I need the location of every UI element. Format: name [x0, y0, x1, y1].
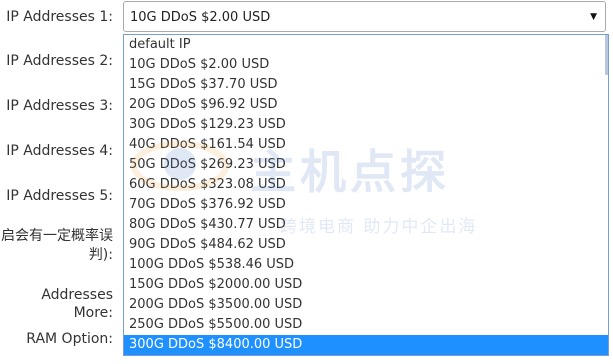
label-addresses-more: Addresses More: — [41, 287, 113, 321]
label-note-line-2: 判): — [88, 247, 113, 263]
dropdown-option[interactable]: 60G DDoS $323.08 USD — [124, 175, 608, 195]
dropdown-option[interactable]: 30G DDoS $129.23 USD — [124, 115, 608, 135]
label-ip-addresses-4: IP Addresses 4: — [6, 143, 113, 159]
scrollbar-thumb[interactable] — [605, 35, 608, 75]
dropdown-option[interactable]: 70G DDoS $376.92 USD — [124, 195, 608, 215]
label-ip-addresses-1: IP Addresses 1: — [6, 9, 113, 25]
dropdown-option[interactable]: 250G DDoS $5500.00 USD — [124, 315, 608, 335]
dropdown-option[interactable]: 15G DDoS $37.70 USD — [124, 75, 608, 95]
label-note-line-1: 启会有一定概率误 — [1, 228, 113, 244]
label-ip-addresses-3: IP Addresses 3: — [6, 98, 113, 114]
ip-addresses-1-select[interactable]: 10G DDoS $2.00 USD ▼ — [123, 1, 606, 32]
dropdown-option[interactable]: 150G DDoS $2000.00 USD — [124, 275, 608, 295]
dropdown-option[interactable]: 200G DDoS $3500.00 USD — [124, 295, 608, 315]
dropdown-option[interactable]: 100G DDoS $538.46 USD — [124, 255, 608, 275]
dropdown-option[interactable]: 40G DDoS $161.54 USD — [124, 135, 608, 155]
dropdown-option[interactable]: 90G DDoS $484.62 USD — [124, 235, 608, 255]
dropdown-option[interactable]: 50G DDoS $269.23 USD — [124, 155, 608, 175]
ip-addresses-1-dropdown[interactable]: default IP 10G DDoS $2.00 USD 15G DDoS $37… — [123, 34, 609, 356]
dropdown-option[interactable]: default IP — [124, 35, 608, 55]
dropdown-scrollbar[interactable] — [605, 35, 608, 355]
dropdown-option[interactable]: 80G DDoS $430.77 USD — [124, 215, 608, 235]
select-value: 10G DDoS $2.00 USD — [130, 10, 271, 25]
dropdown-option[interactable]: 10G DDoS $2.00 USD — [124, 55, 608, 75]
options-list: default IP 10G DDoS $2.00 USD 15G DDoS $37… — [124, 35, 608, 355]
dropdown-option[interactable]: 300G DDoS $8400.00 USD — [124, 335, 608, 355]
dropdown-arrow-icon: ▼ — [590, 12, 597, 22]
dropdown-option[interactable]: 20G DDoS $96.92 USD — [124, 95, 608, 115]
label-ram-option: RAM Option: — [26, 331, 113, 347]
label-ip-addresses-5: IP Addresses 5: — [6, 188, 113, 204]
label-ip-addresses-2: IP Addresses 2: — [6, 53, 113, 69]
